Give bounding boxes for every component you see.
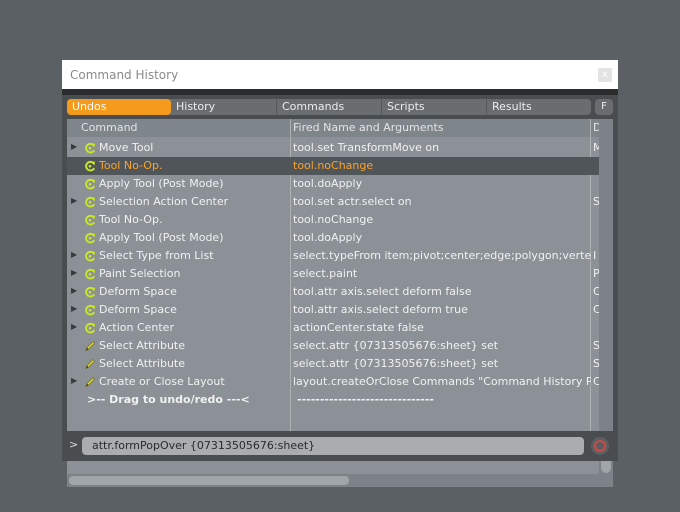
row-command: Paint Selection [99, 267, 181, 280]
row-fired-name: tool.set actr.select on [293, 195, 412, 208]
horizontal-scroll-thumb[interactable] [69, 476, 349, 485]
row-fired-name: tool.noChange [293, 213, 374, 226]
row-command: Action Center [99, 321, 174, 334]
tab-history[interactable]: History [171, 99, 276, 115]
undo-list-row[interactable]: ▶ Action Center actionCenter.state false [67, 319, 599, 337]
undo-icon [83, 231, 97, 245]
tab-scripts[interactable]: Scripts [382, 99, 486, 115]
undo-list-row[interactable]: Tool No-Op. tool.noChange [67, 157, 599, 175]
row-command: Deform Space [99, 285, 177, 298]
row-fired-name: tool.attr axis.select deform true [293, 303, 468, 316]
undo-list-row[interactable]: Apply Tool (Post Mode) tool.doApply [67, 175, 599, 193]
row-fired-name: actionCenter.state false [293, 321, 424, 334]
undo-list-row[interactable]: Tool No-Op. tool.noChange [67, 211, 599, 229]
row-fired-name: tool.doApply [293, 231, 363, 244]
column-header: Command Fired Name and Arguments D [67, 119, 599, 137]
undo-icon [83, 141, 97, 155]
row-command: Deform Space [99, 303, 177, 316]
undo-icon [83, 159, 97, 173]
undo-icon [83, 177, 97, 191]
undo-list-row[interactable]: ▶ Deform Space tool.attr axis.select defor… [67, 283, 599, 301]
command-bar: > [62, 431, 618, 461]
row-fired-name: select.typeFrom item;pivot;center;edge;p… [293, 249, 591, 262]
command-history-window: Command History x Undos History Commands… [62, 60, 618, 487]
row-command: Select Attribute [99, 339, 186, 352]
row-command: Tool No-Op. [99, 159, 163, 172]
undo-icon [83, 249, 97, 263]
row-command: Move Tool [99, 141, 154, 154]
vertical-scrollbar[interactable] [599, 119, 613, 474]
expand-arrow-icon[interactable]: ▶ [71, 142, 77, 151]
expand-arrow-icon[interactable]: ▶ [71, 304, 77, 313]
row-fired-name: tool.set TransformMove on [293, 141, 440, 154]
undo-list-row[interactable]: ▶ Selection Action Center tool.set actr.se… [67, 193, 599, 211]
undo-list-row[interactable]: Select Attribute select.attr {07313505676… [67, 337, 599, 355]
expand-arrow-icon[interactable]: ▶ [71, 196, 77, 205]
undo-icon [83, 213, 97, 227]
pencil-icon [83, 339, 97, 353]
undo-list-row[interactable]: ▶ Paint Selection select.paint P [67, 265, 599, 283]
drag-separator-line: ------------------------------ [297, 393, 434, 406]
row-command: Apply Tool (Post Mode) [99, 231, 224, 244]
title-divider [62, 89, 618, 95]
undo-icon [83, 285, 97, 299]
row-fired-name: tool.doApply [293, 177, 363, 190]
expand-arrow-icon[interactable]: ▶ [71, 268, 77, 277]
filter-button[interactable]: F [595, 99, 613, 115]
undo-list-row[interactable]: ▶ Deform Space tool.attr axis.select defor… [67, 301, 599, 319]
row-fired-name: select.attr {07313505676:sheet} set [293, 339, 499, 352]
row-command: Apply Tool (Post Mode) [99, 177, 224, 190]
row-fired-name: tool.noChange [293, 159, 374, 172]
row-command: Tool No-Op. [99, 213, 163, 226]
row-command: Selection Action Center [99, 195, 229, 208]
row-fired-name: select.attr {07313505676:sheet} set [293, 357, 499, 370]
undo-list-row[interactable]: ▶ Create or Close Layout layout.createOrCl… [67, 373, 599, 391]
drag-undo-redo-row[interactable]: >-- Drag to undo/redo ---< --------------… [67, 391, 599, 409]
row-command: Select Type from List [99, 249, 214, 262]
row-fired-name: tool.attr axis.select deform false [293, 285, 472, 298]
window-title: Command History [70, 68, 179, 82]
title-bar[interactable]: Command History x [62, 60, 618, 89]
tab-bar: Undos History Commands Scripts Results [67, 99, 591, 115]
expand-arrow-icon[interactable]: ▶ [71, 250, 77, 259]
undo-icon [83, 195, 97, 209]
close-button[interactable]: x [598, 68, 612, 82]
tab-results[interactable]: Results [487, 99, 591, 115]
command-prompt: > [69, 438, 79, 451]
row-fired-name: select.paint [293, 267, 358, 280]
pencil-icon [83, 357, 97, 371]
undo-list-row[interactable]: ▶ Move Tool tool.set TransformMove on M [67, 139, 599, 157]
expand-arrow-icon[interactable]: ▶ [71, 322, 77, 331]
tab-commands[interactable]: Commands [277, 99, 381, 115]
row-fired-name: layout.createOrClose Commands "Command H… [293, 375, 591, 388]
drag-label: >-- Drag to undo/redo ---< [87, 393, 250, 406]
row-command: Create or Close Layout [99, 375, 225, 388]
undo-list-row[interactable]: Apply Tool (Post Mode) tool.doApply [67, 229, 599, 247]
undo-icon [83, 321, 97, 335]
column-fired-name[interactable]: Fired Name and Arguments [293, 119, 444, 137]
pencil-icon [83, 375, 97, 389]
column-command[interactable]: Command [81, 119, 138, 137]
undo-list-row[interactable]: ▶ Select Type from List select.typeFrom it… [67, 247, 599, 265]
undo-icon [83, 267, 97, 281]
record-button[interactable] [591, 437, 609, 455]
row-command: Select Attribute [99, 357, 186, 370]
expand-arrow-icon[interactable]: ▶ [71, 376, 77, 385]
command-input[interactable] [82, 437, 584, 455]
undo-list-row[interactable]: Select Attribute select.attr {07313505676… [67, 355, 599, 373]
record-icon [594, 440, 606, 452]
tab-undos[interactable]: Undos [67, 99, 171, 115]
expand-arrow-icon[interactable]: ▶ [71, 286, 77, 295]
undo-icon [83, 303, 97, 317]
